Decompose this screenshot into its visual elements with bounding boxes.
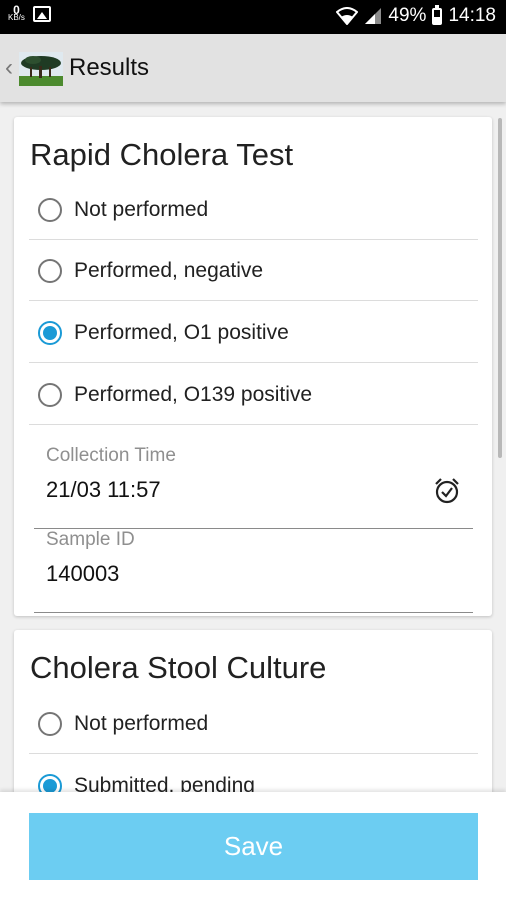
- radio-option-not-performed[interactable]: Not performed: [29, 179, 478, 240]
- radio-label: Performed, O1 positive: [74, 321, 289, 344]
- radio-option-not-performed[interactable]: Not performed: [29, 693, 478, 754]
- bottom-action-bar: Save: [0, 792, 506, 900]
- radio-button[interactable]: [38, 383, 62, 407]
- status-bar: 0 KB/s 49% 14:18: [0, 0, 506, 34]
- clock: 14:18: [448, 5, 496, 26]
- radio-button[interactable]: [38, 198, 62, 222]
- battery-percent: 49%: [388, 5, 427, 26]
- radio-option-performed-o139-positive[interactable]: Performed, O139 positive: [29, 364, 478, 425]
- scrollbar[interactable]: [498, 118, 502, 458]
- card-title: Rapid Cholera Test: [30, 137, 294, 172]
- alarm-clock-icon[interactable]: [433, 477, 461, 505]
- radio-button-selected[interactable]: [38, 321, 62, 345]
- radio-option-performed-o1-positive[interactable]: Performed, O1 positive: [29, 302, 478, 363]
- image-icon: [32, 6, 51, 22]
- radio-button[interactable]: [38, 712, 62, 736]
- signal-icon: [365, 8, 382, 24]
- field-label: Sample ID: [46, 529, 135, 550]
- tree-logo-icon[interactable]: [19, 52, 63, 86]
- app-bar: ‹ Results: [0, 34, 506, 102]
- radio-label: Performed, negative: [74, 259, 264, 282]
- radio-label: Not performed: [74, 712, 209, 735]
- battery-icon: [432, 4, 443, 25]
- field-label: Collection Time: [46, 445, 176, 466]
- rapid-cholera-test-card: Rapid Cholera Test Not performed Perform…: [14, 117, 492, 616]
- radio-label: Not performed: [74, 198, 209, 221]
- card-title: Cholera Stool Culture: [30, 650, 327, 685]
- radio-button[interactable]: [38, 259, 62, 283]
- sample-id-value[interactable]: 140003: [46, 561, 119, 587]
- chevron-left-icon[interactable]: ‹: [5, 54, 13, 82]
- save-button[interactable]: Save: [29, 813, 478, 880]
- wifi-icon: [336, 7, 359, 25]
- radio-label: Performed, O139 positive: [74, 383, 313, 406]
- collection-time-value[interactable]: 21/03 11:57: [46, 477, 161, 503]
- data-speed-indicator: 0 KB/s: [8, 3, 25, 22]
- page-title: Results: [69, 54, 150, 81]
- collection-time-field[interactable]: Collection Time 21/03 11:57: [34, 445, 473, 529]
- radio-option-performed-negative[interactable]: Performed, negative: [29, 240, 478, 301]
- sample-id-field[interactable]: Sample ID 140003: [34, 529, 473, 613]
